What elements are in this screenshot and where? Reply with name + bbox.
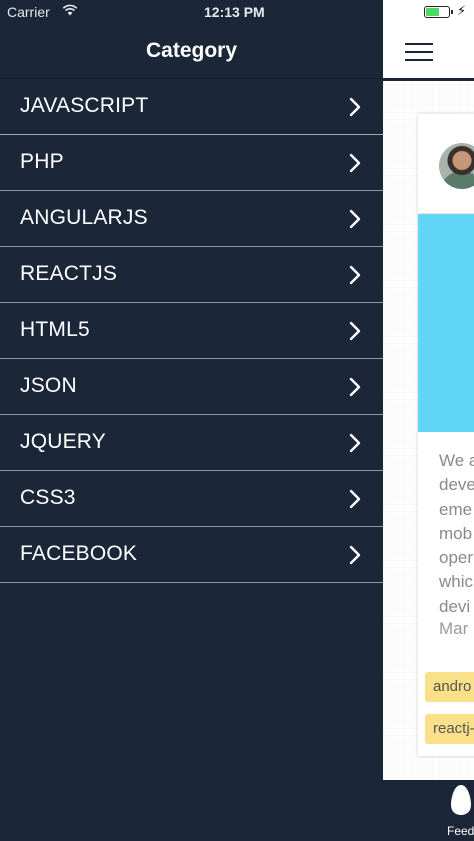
- hamburger-menu-icon[interactable]: [405, 43, 433, 61]
- category-item-css3[interactable]: CSS3: [0, 471, 383, 527]
- lightning-bolt-icon: ⚡︎: [457, 3, 467, 18]
- card-description: We a deve eme mob oper whic devi: [439, 449, 474, 619]
- category-item-javascript[interactable]: JAVASCRIPT: [0, 79, 383, 135]
- card-description-line: oper: [439, 548, 474, 568]
- clock: 12:13 PM: [204, 4, 265, 20]
- category-item-json[interactable]: JSON: [0, 359, 383, 415]
- tag-chip[interactable]: andro: [425, 672, 474, 702]
- category-item-php[interactable]: PHP: [0, 135, 383, 191]
- carrier-label: Carrier: [7, 4, 50, 20]
- chevron-right-icon: [349, 545, 361, 565]
- chevron-right-icon: [349, 489, 361, 509]
- chevron-right-icon: [349, 209, 361, 229]
- app-screen: We a deve eme mob oper whic devi Mar andro rea…: [0, 0, 474, 841]
- card-description-line: eme: [439, 499, 473, 519]
- card-banner-image[interactable]: [418, 214, 474, 432]
- feed-card[interactable]: We a deve eme mob oper whic devi Mar andro rea…: [418, 114, 474, 756]
- card-description-line: We a: [439, 451, 474, 470]
- category-label: ANGULARJS: [20, 206, 148, 229]
- battery-fill: [426, 8, 439, 16]
- egg-feed-icon[interactable]: [450, 784, 472, 816]
- battery-icon: [424, 6, 453, 18]
- category-item-reactjs[interactable]: REACTJS: [0, 247, 383, 303]
- chevron-right-icon: [349, 265, 361, 285]
- chevron-right-icon: [349, 377, 361, 397]
- category-label: CSS3: [20, 486, 76, 509]
- avatar[interactable]: [439, 143, 474, 189]
- drawer-title: Category: [145, 39, 238, 62]
- card-description-line: whic: [439, 572, 474, 592]
- chevron-right-icon: [349, 321, 361, 341]
- category-list: JAVASCRIPT PHP ANGULARJS REACTJS HTML5 J…: [0, 79, 383, 583]
- chevron-right-icon: [349, 97, 361, 117]
- card-description-line: devi: [439, 596, 471, 616]
- battery-nub: [451, 10, 453, 14]
- status-bar: Carrier 12:13 PM ⚡︎: [0, 0, 474, 24]
- chevron-right-icon: [349, 153, 361, 173]
- tab-bar: Feed: [383, 780, 474, 841]
- drawer-header: Category: [0, 24, 383, 79]
- category-item-facebook[interactable]: FACEBOOK: [0, 527, 383, 583]
- category-label: PHP: [20, 150, 64, 173]
- main-content[interactable]: We a deve eme mob oper whic devi Mar andro rea…: [383, 0, 474, 780]
- tab-feed[interactable]: Feed: [447, 824, 474, 838]
- category-item-jquery[interactable]: JQUERY: [0, 415, 383, 471]
- category-drawer: Category JAVASCRIPT PHP ANGULARJS REACTJ…: [0, 0, 383, 841]
- category-item-html5[interactable]: HTML5: [0, 303, 383, 359]
- category-item-angularjs[interactable]: ANGULARJS: [0, 191, 383, 247]
- category-label: JAVASCRIPT: [20, 94, 149, 117]
- card-description-line: mob: [439, 523, 473, 543]
- chevron-right-icon: [349, 433, 361, 453]
- wifi-icon: [62, 4, 78, 16]
- category-label: HTML5: [20, 318, 90, 341]
- card-description-line: deve: [439, 475, 474, 495]
- category-label: JSON: [20, 374, 77, 397]
- category-label: JQUERY: [20, 430, 106, 453]
- category-label: REACTJS: [20, 262, 118, 285]
- tag-chip[interactable]: reactj-: [425, 714, 474, 744]
- card-date: Mar: [439, 619, 469, 638]
- category-label: FACEBOOK: [20, 542, 138, 565]
